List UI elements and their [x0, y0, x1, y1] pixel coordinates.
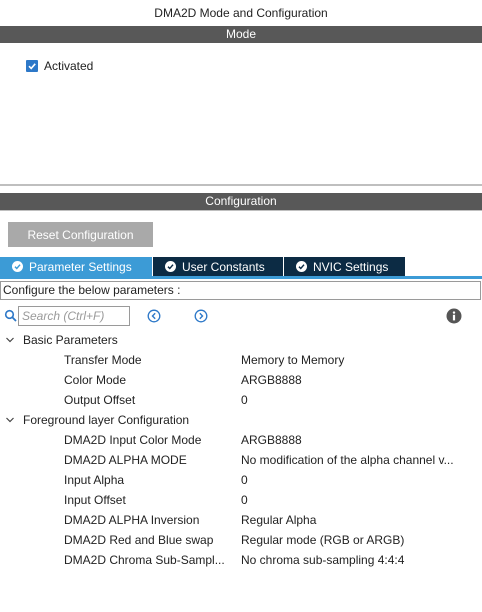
chevron-down-icon[interactable] [5, 335, 15, 345]
parameter-tree: Basic Parameters Transfer Mode Memory to… [0, 330, 482, 570]
param-value[interactable]: 0 [241, 393, 477, 407]
tab-parameter-settings[interactable]: Parameter Settings [0, 257, 152, 276]
divider [0, 184, 482, 186]
window-title: DMA2D Mode and Configuration [154, 6, 328, 20]
param-name: DMA2D Red and Blue swap [64, 533, 214, 547]
param-row-input-offset[interactable]: Input Offset 0 [0, 490, 482, 510]
group-label: Basic Parameters [23, 333, 118, 347]
search-input[interactable] [18, 306, 130, 326]
tab-label: Parameter Settings [29, 259, 132, 274]
param-name: DMA2D Chroma Sub-Sampl... [64, 553, 225, 567]
param-row-input-alpha[interactable]: Input Alpha 0 [0, 470, 482, 490]
param-value[interactable]: Regular Alpha [241, 513, 477, 527]
param-value[interactable]: No modification of the alpha channel v..… [241, 453, 477, 467]
configure-instructions: Configure the below parameters : [0, 281, 481, 300]
param-name: Color Mode [64, 373, 127, 387]
param-row-transfer-mode[interactable]: Transfer Mode Memory to Memory [0, 350, 482, 370]
param-value[interactable]: Regular mode (RGB or ARGB) [241, 533, 477, 547]
param-name: Input Offset [64, 493, 126, 507]
check-circle-icon [12, 261, 23, 272]
tab-underline [0, 276, 482, 279]
tab-user-constants[interactable]: User Constants [153, 257, 283, 276]
tab-label: NVIC Settings [313, 259, 389, 274]
check-circle-icon [296, 261, 307, 272]
chevron-down-icon[interactable] [5, 415, 15, 425]
info-icon[interactable] [446, 308, 462, 324]
param-row-chroma-sub-sampling[interactable]: DMA2D Chroma Sub-Sampl... No chroma sub-… [0, 550, 482, 570]
param-row-color-mode[interactable]: Color Mode ARGB8888 [0, 370, 482, 390]
param-name: DMA2D Input Color Mode [64, 433, 202, 447]
param-name: DMA2D ALPHA Inversion [64, 513, 200, 527]
param-name: Input Alpha [64, 473, 125, 487]
param-name: Transfer Mode [64, 353, 142, 367]
param-value[interactable]: ARGB8888 [241, 373, 477, 387]
divider [0, 210, 482, 211]
param-value[interactable]: Memory to Memory [241, 353, 477, 367]
param-row-alpha-mode[interactable]: DMA2D ALPHA MODE No modification of the … [0, 450, 482, 470]
tab-label: User Constants [182, 259, 265, 274]
check-circle-icon [165, 261, 176, 272]
activated-label: Activated [44, 59, 94, 73]
mode-section-header: Mode [0, 26, 482, 43]
chevron-left-circle-icon[interactable] [147, 309, 161, 323]
param-row-red-blue-swap[interactable]: DMA2D Red and Blue swap Regular mode (RG… [0, 530, 482, 550]
param-value[interactable]: ARGB8888 [241, 433, 477, 447]
search-row [0, 305, 482, 327]
group-label: Foreground layer Configuration [23, 413, 190, 427]
param-row-alpha-inversion[interactable]: DMA2D ALPHA Inversion Regular Alpha [0, 510, 482, 530]
param-value[interactable]: 0 [241, 493, 477, 507]
param-value[interactable]: No chroma sub-sampling 4:4:4 [241, 553, 477, 567]
tab-bar: Parameter Settings User Constants NVIC S… [0, 257, 406, 276]
param-name: Output Offset [64, 393, 136, 407]
activated-checkbox[interactable] [26, 60, 38, 72]
group-foreground-layer-configuration[interactable]: Foreground layer Configuration [0, 410, 482, 430]
param-value[interactable]: 0 [241, 473, 477, 487]
configuration-section-header: Configuration [0, 193, 482, 210]
group-basic-parameters[interactable]: Basic Parameters [0, 330, 482, 350]
search-icon [4, 309, 17, 322]
activated-checkbox-row[interactable]: Activated [26, 58, 93, 74]
tab-nvic-settings[interactable]: NVIC Settings [284, 257, 405, 276]
param-row-output-offset[interactable]: Output Offset 0 [0, 390, 482, 410]
param-name: DMA2D ALPHA MODE [64, 453, 187, 467]
reset-configuration-button[interactable]: Reset Configuration [8, 222, 153, 247]
chevron-right-circle-icon[interactable] [194, 309, 208, 323]
param-row-input-color-mode[interactable]: DMA2D Input Color Mode ARGB8888 [0, 430, 482, 450]
check-icon [28, 63, 36, 70]
